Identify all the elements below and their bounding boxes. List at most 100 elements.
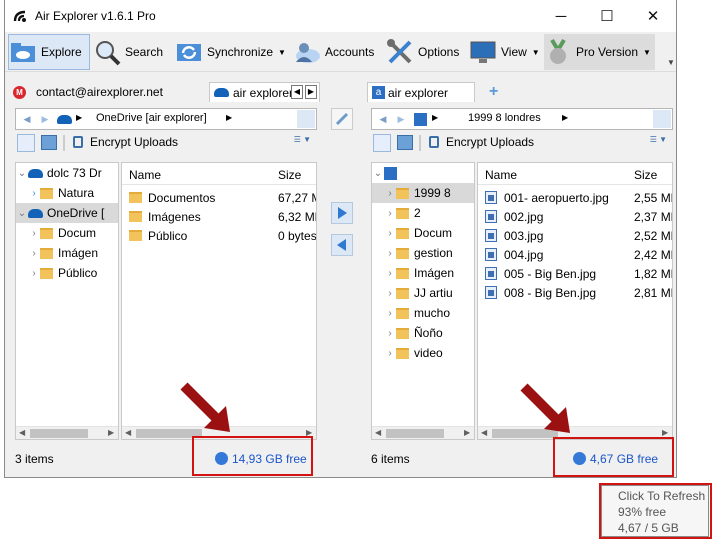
- tree-item[interactable]: › Imágen: [16, 243, 118, 263]
- file-row[interactable]: 002.jpg 2,37 MB: [478, 207, 672, 226]
- left-address-bar[interactable]: ◀ ▶ ▶ OneDrive [air explorer] ▶: [15, 108, 317, 130]
- scroll-left-icon[interactable]: ◀: [19, 428, 25, 437]
- tree-item[interactable]: › 1999 8: [372, 183, 474, 203]
- tree-item-label: gestion: [414, 246, 453, 260]
- sync-icon: [177, 44, 201, 61]
- tree-item[interactable]: ⌄: [372, 163, 474, 183]
- scroll-thumb[interactable]: [30, 429, 88, 438]
- toolbar-overflow-icon[interactable]: ▼: [667, 58, 675, 67]
- chevron-right-icon: ›: [388, 207, 392, 219]
- left-sub-toolbar: Encrypt Uploads ☰ ▼: [15, 133, 317, 153]
- folder-icon: [396, 227, 409, 239]
- tree-view-toggle-icon[interactable]: [373, 134, 391, 152]
- list-view-options-icon[interactable]: ☰ ▼: [641, 135, 667, 151]
- copy-to-right-button[interactable]: [331, 202, 353, 224]
- file-row[interactable]: Documentos 67,27 M: [122, 188, 316, 207]
- scroll-right-icon[interactable]: ▶: [108, 428, 114, 437]
- tree-item-label: 2: [414, 206, 421, 220]
- tree-item[interactable]: › JJ artiu: [372, 283, 474, 303]
- tab-scroll-left-icon[interactable]: ◀: [291, 85, 303, 99]
- chevron-down-icon: ▼: [531, 47, 540, 57]
- maximize-button[interactable]: ☐: [584, 0, 630, 32]
- scroll-left-icon[interactable]: ◀: [375, 428, 381, 437]
- refresh-folder-icon[interactable]: [297, 110, 315, 128]
- copy-to-left-button[interactable]: [331, 234, 353, 256]
- explore-button[interactable]: Explore: [8, 34, 90, 70]
- onedrive-icon: [57, 115, 72, 124]
- tab-onedrive-air-explorer[interactable]: air explorer ◀ ▶: [209, 82, 320, 102]
- left-folder-tree: ⌄ dolc 73 Dr › Natura ⌄ OneDrive [ › Docum ›…: [15, 162, 119, 440]
- file-row[interactable]: 008 - Big Ben.jpg 2,81 MB: [478, 283, 672, 302]
- forward-icon[interactable]: ▶: [393, 111, 409, 127]
- close-button[interactable]: ✕: [630, 0, 676, 32]
- left-pane: M contact@airexplorer.net air explorer ◀…: [9, 80, 322, 472]
- tree-item[interactable]: › video: [372, 343, 474, 363]
- scroll-right-icon[interactable]: ▶: [464, 428, 470, 437]
- minimize-button[interactable]: ─: [538, 0, 584, 32]
- scroll-left-icon[interactable]: ◀: [125, 428, 131, 437]
- tree-item[interactable]: › Docum: [16, 223, 118, 243]
- tree-item[interactable]: › 2: [372, 203, 474, 223]
- accounts-button[interactable]: Accounts: [293, 34, 379, 70]
- link-panes-button[interactable]: [331, 108, 353, 130]
- tools-icon: [387, 39, 412, 64]
- add-tab-button[interactable]: +: [489, 83, 498, 101]
- amazon-drive-icon: [384, 166, 397, 180]
- list-view-options-icon[interactable]: ☰ ▼: [285, 135, 311, 151]
- file-row[interactable]: 005 - Big Ben.jpg 1,82 MB: [478, 264, 672, 283]
- tree-item[interactable]: › Docum: [372, 223, 474, 243]
- file-row[interactable]: Público 0 bytes: [122, 226, 316, 245]
- tree-item[interactable]: ⌄ OneDrive [: [16, 203, 118, 223]
- horizontal-scrollbar[interactable]: ◀ ▶: [372, 426, 474, 439]
- forward-icon[interactable]: ▶: [37, 111, 53, 127]
- refresh-folder-icon[interactable]: [653, 110, 671, 128]
- search-button[interactable]: Search: [93, 34, 165, 70]
- file-row[interactable]: Imágenes 6,32 ME: [122, 207, 316, 226]
- file-size: 2,55 MB: [634, 191, 672, 205]
- pro-version-button[interactable]: Pro Version ▼: [544, 34, 655, 70]
- folder-icon: [129, 230, 142, 241]
- options-label: Options: [418, 45, 460, 59]
- tree-item[interactable]: › mucho: [372, 303, 474, 323]
- file-name: 001- aeropuerto.jpg: [504, 191, 609, 205]
- tree-item[interactable]: ⌄ dolc 73 Dr: [16, 163, 118, 183]
- encrypt-uploads-toggle[interactable]: Encrypt Uploads: [446, 135, 534, 149]
- chevron-right-icon: ›: [388, 247, 392, 259]
- view-button[interactable]: View ▼: [469, 34, 542, 70]
- tab-mega-account[interactable]: M contact@airexplorer.net: [9, 82, 207, 102]
- tab-scroll-right-icon[interactable]: ▶: [305, 85, 317, 99]
- column-header-name[interactable]: Name: [129, 168, 161, 182]
- new-folder-icon[interactable]: [41, 135, 57, 150]
- scroll-left-icon[interactable]: ◀: [481, 428, 487, 437]
- breadcrumb-path[interactable]: OneDrive [air explorer]: [96, 112, 207, 124]
- scroll-thumb[interactable]: [386, 429, 444, 438]
- column-header-size[interactable]: Size: [634, 168, 657, 182]
- chevron-right-icon: ›: [388, 267, 392, 279]
- file-row[interactable]: 001- aeropuerto.jpg 2,55 MB: [478, 188, 672, 207]
- tree-view-toggle-icon[interactable]: [17, 134, 35, 152]
- tree-item[interactable]: › Imágen: [372, 263, 474, 283]
- tab-amazon-air-explorer[interactable]: a air explorer: [367, 82, 475, 102]
- horizontal-scrollbar[interactable]: ◀ ▶: [16, 426, 118, 439]
- tree-item[interactable]: › Ñoño: [372, 323, 474, 343]
- lock-icon: [73, 136, 83, 148]
- monitor-icon: [470, 41, 496, 63]
- tree-item[interactable]: › Natura: [16, 183, 118, 203]
- accounts-icon: [296, 43, 320, 63]
- file-row[interactable]: 003.jpg 2,52 MB: [478, 226, 672, 245]
- synchronize-button[interactable]: Synchronize ▼: [175, 34, 287, 70]
- chevron-right-icon: ›: [32, 187, 36, 199]
- encrypt-uploads-toggle[interactable]: Encrypt Uploads: [90, 135, 178, 149]
- new-folder-icon[interactable]: [397, 135, 413, 150]
- options-button[interactable]: Options: [386, 34, 464, 70]
- back-icon[interactable]: ◀: [19, 111, 35, 127]
- file-row[interactable]: 004.jpg 2,42 MB: [478, 245, 672, 264]
- column-header-size[interactable]: Size: [278, 168, 301, 182]
- tree-item[interactable]: › Público: [16, 263, 118, 283]
- breadcrumb-path[interactable]: 1999 8 londres: [468, 112, 541, 124]
- column-header-name[interactable]: Name: [485, 168, 517, 182]
- scroll-right-icon[interactable]: ▶: [662, 428, 668, 437]
- back-icon[interactable]: ◀: [375, 111, 391, 127]
- right-address-bar[interactable]: ◀ ▶ ▶ 1999 8 londres ▶: [371, 108, 673, 130]
- tree-item[interactable]: › gestion: [372, 243, 474, 263]
